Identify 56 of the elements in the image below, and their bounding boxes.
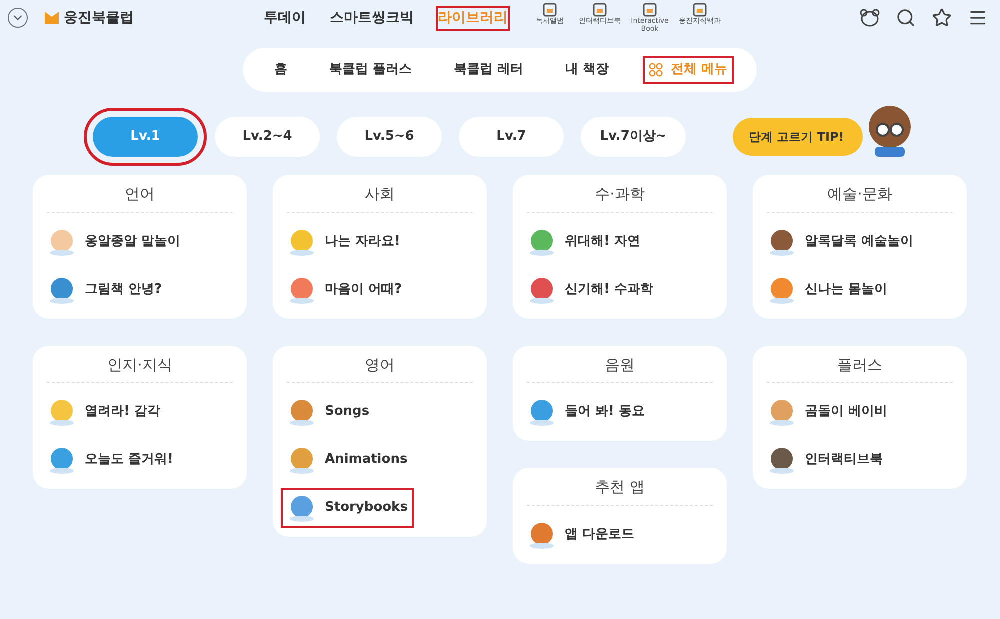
category-title: 영어 bbox=[287, 354, 473, 383]
favorites-icon[interactable] bbox=[932, 8, 952, 28]
dropdown-icon[interactable] bbox=[8, 8, 28, 28]
submenu-link[interactable]: 내 책장 bbox=[560, 56, 616, 84]
category-item[interactable]: 그림책 안녕? bbox=[41, 270, 168, 310]
submenu-link[interactable]: 북클럽 레터 bbox=[448, 56, 530, 84]
category-item[interactable]: 마음이 어때? bbox=[281, 270, 408, 310]
category-item[interactable]: 앱 다운로드 bbox=[521, 514, 641, 554]
category-title: 음원 bbox=[527, 354, 713, 383]
category-item[interactable]: 신기해! 수과학 bbox=[521, 270, 660, 310]
category-title: 추천 앱 bbox=[527, 476, 713, 506]
level-tab[interactable]: Lv.2~4 bbox=[215, 117, 320, 157]
level-tab[interactable]: Lv.5~6 bbox=[337, 117, 442, 157]
book-icon bbox=[593, 3, 607, 17]
category-title: 수·과학 bbox=[527, 183, 713, 212]
submenu-link[interactable]: 북클럽 플러스 bbox=[323, 56, 418, 84]
level-tab[interactable]: Lv.7이상~ bbox=[581, 117, 686, 157]
category-title: 인지·지식 bbox=[47, 354, 233, 383]
search-icon[interactable] bbox=[896, 8, 916, 28]
bear-icon[interactable] bbox=[860, 8, 880, 28]
nav-link[interactable]: 스마트씽크빅 bbox=[330, 8, 414, 28]
book-icon bbox=[643, 3, 657, 17]
category-item[interactable]: 알록달록 예술놀이 bbox=[761, 222, 920, 262]
logo-icon bbox=[44, 11, 60, 25]
submenu-link[interactable]: 홈 bbox=[268, 56, 294, 84]
category-item[interactable]: 곰돌이 베이비 bbox=[761, 392, 894, 432]
illustration-icon bbox=[287, 445, 317, 475]
category-item[interactable]: 옹알종알 말놀이 bbox=[41, 222, 187, 262]
category-item[interactable]: Animations bbox=[281, 440, 414, 480]
illustration-icon bbox=[47, 445, 77, 475]
book-icon bbox=[693, 3, 707, 17]
book-icon bbox=[543, 3, 557, 17]
category-title: 플러스 bbox=[767, 354, 953, 383]
illustration-icon bbox=[287, 397, 317, 427]
logo-text[interactable]: 웅진북클럽 bbox=[64, 8, 134, 28]
illustration-icon bbox=[47, 397, 77, 427]
illustration-icon bbox=[767, 397, 797, 427]
category-title: 예술·문화 bbox=[767, 183, 953, 212]
category-title: 언어 bbox=[47, 183, 233, 212]
category-title: 사회 bbox=[287, 183, 473, 212]
illustration-icon bbox=[767, 445, 797, 475]
category-item[interactable]: 열려라! 감각 bbox=[41, 392, 166, 432]
category-item[interactable]: 오늘도 즐거워! bbox=[41, 440, 180, 480]
category-item[interactable]: 신나는 몸놀이 bbox=[761, 270, 894, 310]
category-item[interactable]: 나는 자라요! bbox=[281, 222, 406, 262]
category-item[interactable]: 인터랙티브북 bbox=[761, 440, 889, 480]
category-item[interactable]: 위대해! 자연 bbox=[521, 222, 646, 262]
illustration-icon bbox=[287, 493, 317, 523]
tip-button[interactable]: 단계 고르기 TIP! bbox=[733, 118, 863, 156]
category-item[interactable]: Songs bbox=[281, 392, 376, 432]
illustration-icon bbox=[527, 397, 557, 427]
nav-link[interactable]: 투데이 bbox=[264, 8, 306, 28]
category-item[interactable]: Storybooks bbox=[281, 488, 414, 528]
grid-icon bbox=[649, 63, 664, 77]
category-item[interactable]: 들어 봐! 동요 bbox=[521, 392, 651, 432]
level-tab[interactable]: Lv.7 bbox=[459, 117, 564, 157]
